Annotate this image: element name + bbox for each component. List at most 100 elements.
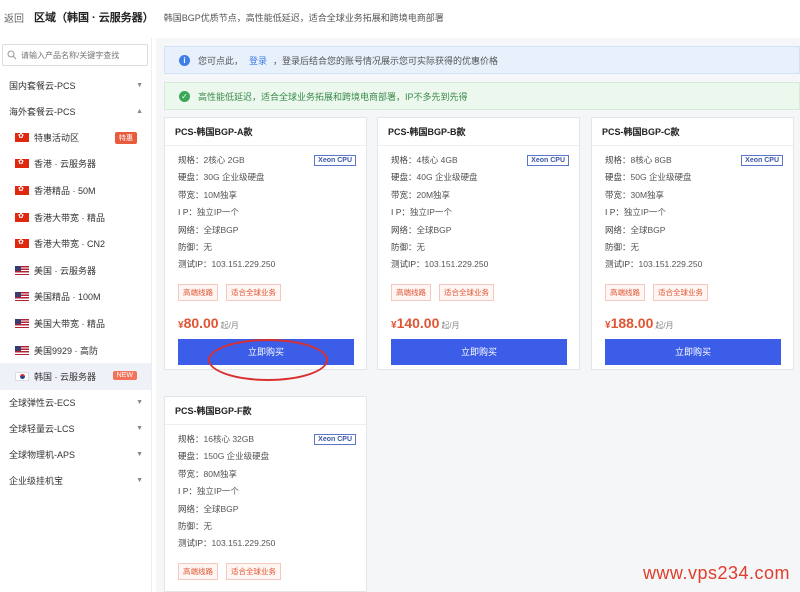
defense-label: 防御： bbox=[178, 520, 204, 531]
main-content: i 您可点此， 登录 ，登录后结合您的账号情况展示您可实际获得的优惠价格 ✓ 高… bbox=[156, 38, 800, 592]
product-card-a: PCS-韩国BGP-A款 Xeon CPU 规格：2核心 2GB 硬盘：30G … bbox=[164, 117, 367, 370]
spec-value: 4核心 4GB bbox=[416, 155, 458, 165]
tag-premium-line: 高端线路 bbox=[605, 283, 645, 301]
test-ip-value: 103.151.229.250 bbox=[211, 538, 276, 549]
sidebar-item-hk-premium-50m[interactable]: 香港精品 · 50M bbox=[0, 177, 151, 204]
bandwidth-label: 带宽： bbox=[605, 189, 631, 200]
price-value: 188.00 bbox=[610, 314, 654, 331]
spec-label: 规格： bbox=[178, 155, 204, 165]
cpu-badge: Xeon CPU bbox=[527, 155, 569, 166]
watermark: www.vps234.com bbox=[642, 563, 790, 583]
sidebar-group-label: 海外套餐云-PCS bbox=[9, 106, 76, 117]
defense-label: 防御： bbox=[605, 241, 631, 252]
product-specs: Xeon CPU 规格：4核心 4GB 硬盘：40G 企业级硬盘 带宽：20M独… bbox=[378, 146, 579, 274]
sidebar-item-label: 韩国 · 云服务器 bbox=[34, 372, 96, 383]
sidebar-item-hk-bandwidth-cn2[interactable]: 香港大带宽 · CN2 bbox=[0, 230, 151, 257]
network-label: 网络： bbox=[391, 224, 417, 235]
bandwidth-label: 带宽： bbox=[178, 189, 204, 200]
sidebar-item-us-bandwidth-premium[interactable]: 美国大带宽 · 精品 bbox=[0, 310, 151, 337]
spec-value: 2核心 2GB bbox=[203, 155, 245, 165]
test-ip-label: 测试IP： bbox=[605, 259, 639, 270]
page-title: 区域（韩国 · 云服务器） bbox=[34, 12, 154, 24]
network-label: 网络： bbox=[178, 503, 204, 514]
test-ip-label: 测试IP： bbox=[178, 538, 212, 549]
us-flag-icon bbox=[15, 265, 29, 275]
price-unit: 起/月 bbox=[655, 320, 674, 330]
buy-button-c[interactable]: 立即购买 bbox=[605, 338, 781, 365]
us-flag-icon bbox=[15, 318, 29, 328]
sidebar-group-global-lcs[interactable]: 全球轻量云-LCS ▼ bbox=[0, 416, 151, 442]
network-value: 全球BGP bbox=[203, 503, 239, 514]
us-flag-icon bbox=[15, 292, 29, 302]
sidebar-item-us-premium-100m[interactable]: 美国精品 · 100M bbox=[0, 284, 151, 311]
product-card-c: PCS-韩国BGP-C款 Xeon CPU 规格：8核心 8GB 硬盘：50G … bbox=[591, 117, 794, 370]
tag-global-business: 适合全球业务 bbox=[226, 283, 281, 301]
product-tags: 高端线路 适合全球业务 bbox=[165, 553, 366, 580]
sidebar: 国内套餐云-PCS ▼ 海外套餐云-PCS ▲ 特惠活动区 特惠 香港 · 云服… bbox=[0, 38, 152, 592]
new-badge: NEW bbox=[112, 371, 137, 381]
product-price: ¥80.00 起/月 bbox=[165, 301, 366, 331]
disk-label: 硬盘： bbox=[391, 172, 417, 183]
ip-value: 独立IP一个 bbox=[196, 207, 239, 218]
chevron-down-icon: ▼ bbox=[136, 477, 143, 485]
hot-badge: 特惠 bbox=[115, 132, 137, 144]
disk-value: 30G 企业级硬盘 bbox=[203, 172, 265, 183]
sidebar-item-label: 香港大带宽 · CN2 bbox=[34, 239, 106, 250]
kr-flag-icon bbox=[15, 372, 29, 382]
product-tags: 高端线路 适合全球业务 bbox=[592, 274, 793, 301]
spec-value: 16核心 32GB bbox=[203, 434, 255, 444]
sidebar-item-special-offer[interactable]: 特惠活动区 特惠 bbox=[0, 124, 151, 151]
tag-global-business: 适合全球业务 bbox=[653, 283, 708, 301]
test-ip-label: 测试IP： bbox=[391, 259, 425, 270]
sidebar-item-label: 美国精品 · 100M bbox=[34, 292, 101, 303]
product-specs: Xeon CPU 规格：8核心 8GB 硬盘：50G 企业级硬盘 带宽：30M独… bbox=[592, 146, 793, 274]
spec-value: 8核心 8GB bbox=[630, 155, 672, 165]
buy-button-a[interactable]: 立即购买 bbox=[178, 338, 354, 365]
login-link[interactable]: 登录 bbox=[249, 54, 267, 67]
sidebar-group-label: 全球弹性云-ECS bbox=[9, 398, 76, 409]
sidebar-item-hk-bandwidth-premium[interactable]: 香港大带宽 · 精品 bbox=[0, 204, 151, 231]
notice-text: ，登录后结合您的账号情况展示您可实际获得的优惠价格 bbox=[273, 55, 499, 66]
disk-value: 150G 企业级硬盘 bbox=[203, 451, 270, 462]
bandwidth-value: 80M独享 bbox=[203, 468, 238, 479]
product-title: PCS-韩国BGP-F款 bbox=[165, 397, 366, 425]
network-label: 网络： bbox=[178, 224, 204, 235]
sidebar-group-label: 全球物理机-APS bbox=[9, 450, 76, 461]
sidebar-group-domestic-pcs[interactable]: 国内套餐云-PCS ▼ bbox=[0, 72, 151, 98]
sidebar-item-us-cloud[interactable]: 美国 · 云服务器 bbox=[0, 257, 151, 284]
tag-premium-line: 高端线路 bbox=[391, 283, 431, 301]
cpu-badge: Xeon CPU bbox=[314, 434, 356, 445]
disk-label: 硬盘： bbox=[605, 172, 631, 183]
sidebar-group-global-ecs[interactable]: 全球弹性云-ECS ▼ bbox=[0, 390, 151, 416]
page-header: 返回 区域（韩国 · 云服务器） 韩国BGP优质节点，高性能低延迟，适合全球业务… bbox=[0, 0, 800, 34]
network-value: 全球BGP bbox=[203, 224, 239, 235]
chevron-down-icon: ▼ bbox=[136, 451, 143, 459]
disk-label: 硬盘： bbox=[178, 172, 204, 183]
sidebar-group-enterprise-hosting[interactable]: 企业级挂机宝 ▼ bbox=[0, 468, 151, 494]
us-flag-icon bbox=[15, 345, 29, 355]
search-box[interactable] bbox=[2, 44, 148, 66]
product-title: PCS-韩国BGP-A款 bbox=[165, 118, 366, 146]
sidebar-item-label: 香港大带宽 · 精品 bbox=[34, 212, 105, 223]
disk-value: 50G 企业级硬盘 bbox=[630, 172, 692, 183]
product-price: ¥188.00 起/月 bbox=[592, 301, 793, 331]
sidebar-group-overseas-pcs[interactable]: 海外套餐云-PCS ▲ bbox=[0, 98, 151, 124]
sidebar-item-us-9929-defense[interactable]: 美国9929 · 高防 bbox=[0, 337, 151, 364]
test-ip-value: 103.151.229.250 bbox=[638, 259, 703, 270]
chevron-down-icon: ▼ bbox=[136, 425, 143, 433]
notice-text: 您可点此， bbox=[198, 55, 244, 66]
disk-label: 硬盘： bbox=[178, 451, 204, 462]
back-link[interactable]: 返回 bbox=[4, 10, 24, 25]
buy-button-b[interactable]: 立即购买 bbox=[391, 338, 567, 365]
sidebar-item-hk-cloud[interactable]: 香港 · 云服务器 bbox=[0, 151, 151, 178]
tag-global-business: 适合全球业务 bbox=[439, 283, 494, 301]
bandwidth-value: 30M独享 bbox=[630, 189, 665, 200]
sidebar-item-kr-cloud[interactable]: 韩国 · 云服务器 NEW bbox=[0, 363, 151, 390]
price-unit: 起/月 bbox=[220, 320, 239, 330]
defense-label: 防御： bbox=[178, 241, 204, 252]
product-price: ¥140.00 起/月 bbox=[378, 301, 579, 331]
sidebar-group-global-aps[interactable]: 全球物理机-APS ▼ bbox=[0, 442, 151, 468]
product-tags: 高端线路 适合全球业务 bbox=[165, 274, 366, 301]
hk-flag-icon bbox=[15, 159, 29, 169]
search-input[interactable] bbox=[21, 50, 141, 60]
